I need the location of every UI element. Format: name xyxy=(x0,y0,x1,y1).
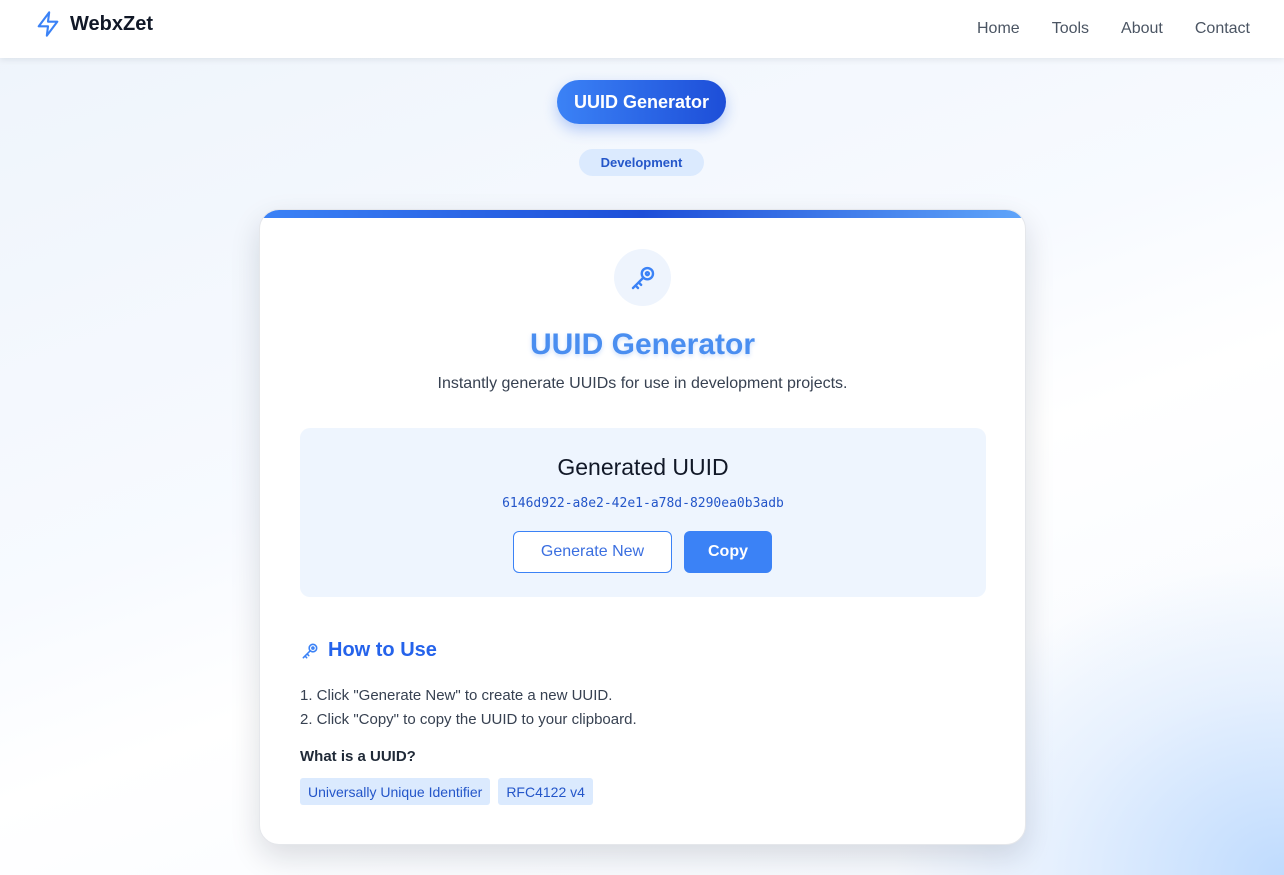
uuid-output[interactable]: 6146d922-a8e2-42e1-a78d-8290ea0b3adb xyxy=(300,496,986,511)
brand-name: WebxZet xyxy=(70,12,153,35)
key-icon xyxy=(631,266,654,289)
card-subtitle: Instantly generate UUIDs for use in deve… xyxy=(437,375,848,392)
nav-contact[interactable]: Contact xyxy=(1195,20,1250,38)
tag-universally-unique-identifier: Universally Unique Identifier xyxy=(300,778,491,805)
key-icon-badge xyxy=(614,249,671,306)
how-to-step: 1. Click "Generate New" to create a new … xyxy=(300,687,613,704)
result-heading: Generated UUID xyxy=(557,454,729,480)
top-navbar: WebxZet Home Tools About Contact xyxy=(0,0,1284,58)
nav-about[interactable]: About xyxy=(1121,20,1163,38)
what-is-uuid-heading: What is a UUID? xyxy=(300,748,416,765)
tool-card: UUID Generator Instantly generate UUIDs … xyxy=(259,209,1026,845)
nav-home[interactable]: Home xyxy=(977,20,1020,38)
lightning-bolt-icon xyxy=(37,11,59,37)
card-title: UUID Generator xyxy=(529,328,756,361)
copy-button[interactable]: Copy xyxy=(684,531,772,573)
how-to-heading: How to Use xyxy=(300,639,437,662)
nav-tools[interactable]: Tools xyxy=(1052,20,1089,38)
card-accent-bar xyxy=(260,210,1025,218)
category-badge[interactable]: Development xyxy=(579,149,704,176)
tag-rfc4122-v4: RFC4122 v4 xyxy=(498,778,593,805)
generate-new-button[interactable]: Generate New xyxy=(513,531,672,573)
main-nav: Home Tools About Contact xyxy=(945,0,1250,58)
brand-logo[interactable]: WebxZet xyxy=(34,10,153,38)
how-to-title: How to Use xyxy=(328,639,437,661)
how-to-steps: 1. Click "Generate New" to create a new … xyxy=(300,684,637,732)
tool-title-pill: UUID Generator xyxy=(557,80,726,124)
how-to-step: 2. Click "Copy" to copy the UUID to your… xyxy=(300,711,637,728)
uuid-tags: Universally Unique Identifier RFC4122 v4 xyxy=(300,778,601,805)
uuid-result-panel: Generated UUID 6146d922-a8e2-42e1-a78d-8… xyxy=(300,428,986,597)
key-icon xyxy=(302,643,318,658)
